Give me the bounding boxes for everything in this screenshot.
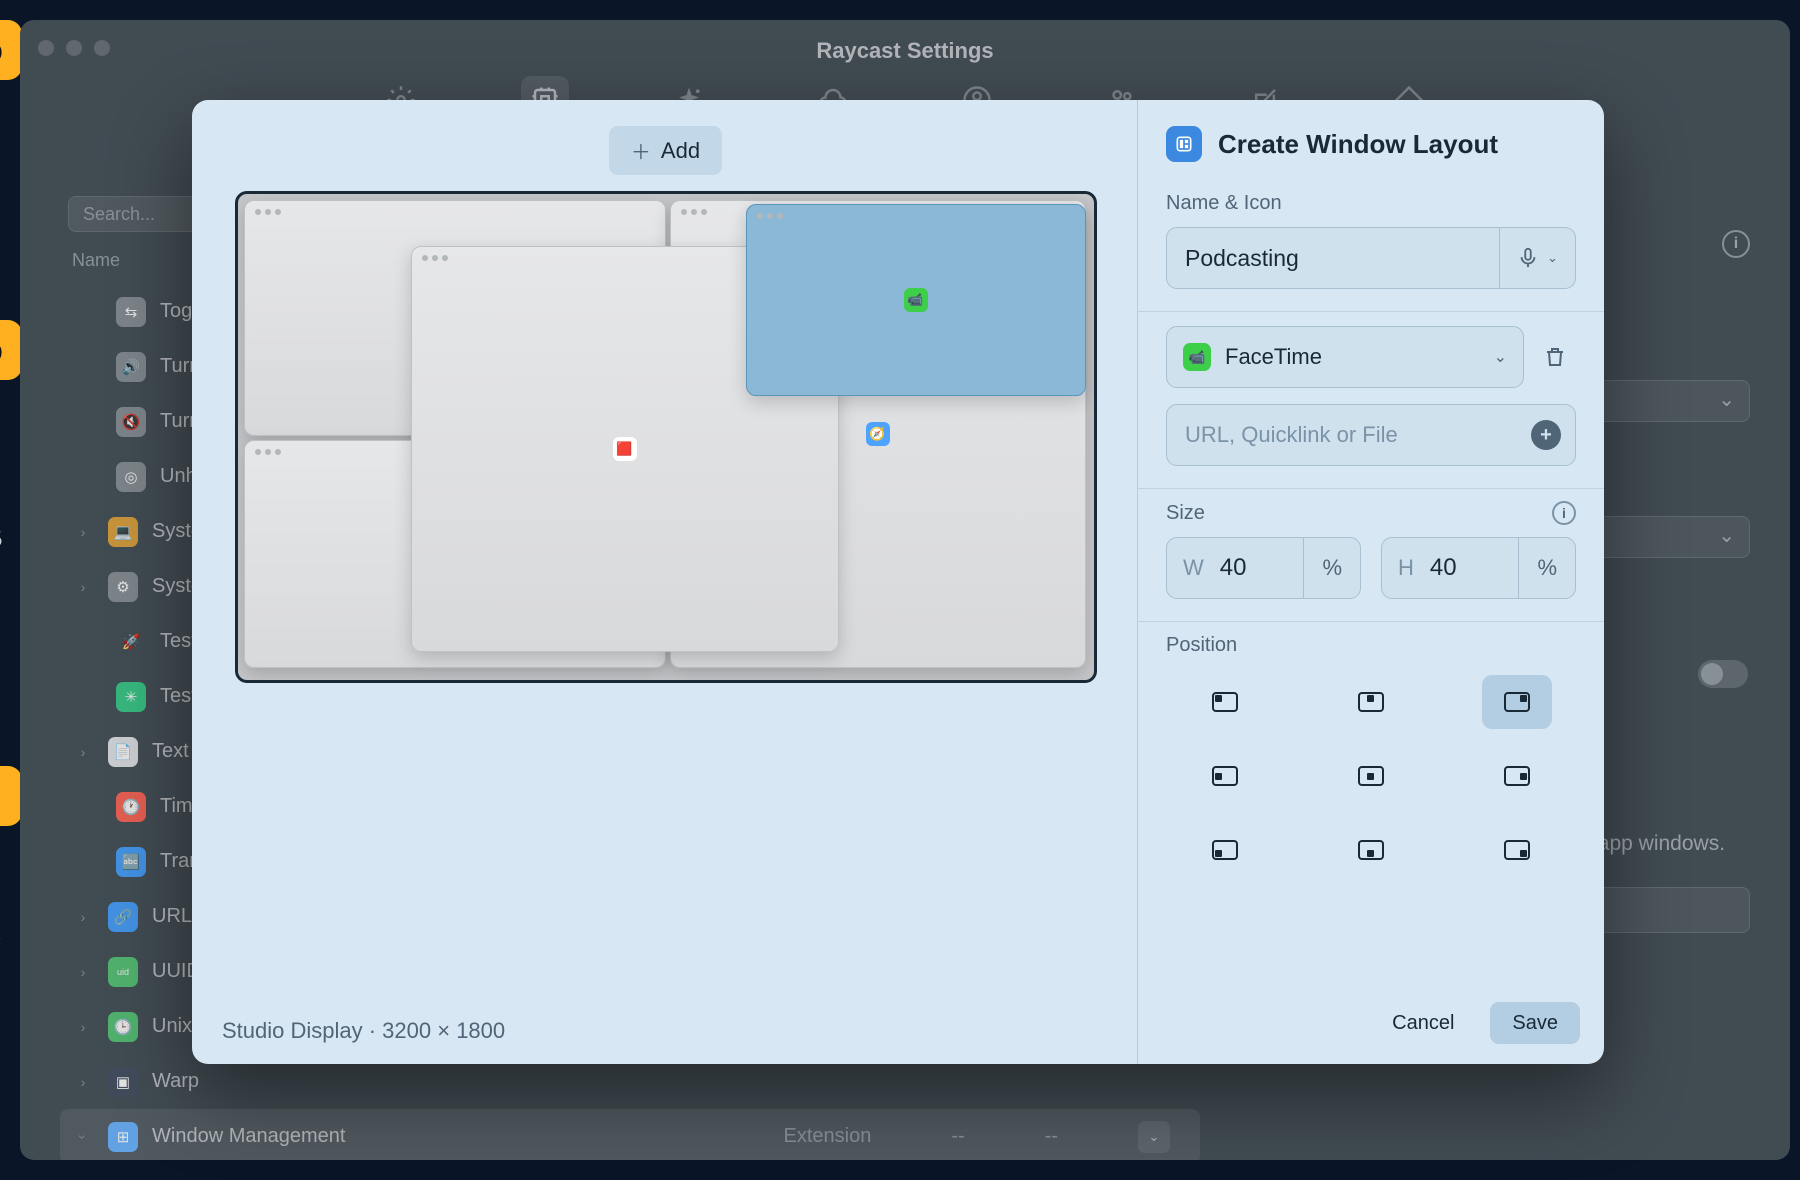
list-item-selected[interactable]: › ⊞ Window Management Extension -- -- ⌄ (60, 1109, 1200, 1160)
app-select[interactable]: 📹 FaceTime ⌄ (1166, 326, 1524, 388)
layout-name-input[interactable] (1166, 227, 1500, 289)
info-icon[interactable]: i (1552, 501, 1576, 525)
safari-icon: 🧭 (866, 422, 890, 446)
position-mid-center[interactable] (1336, 749, 1406, 803)
traffic-lights (38, 40, 110, 56)
icon-picker[interactable]: ⌄ (1500, 227, 1576, 289)
create-layout-modal: ＋ Add 🧭 🟥 📹 Studio Display · 3200 × 1800 (192, 100, 1604, 1064)
position-mid-right[interactable] (1482, 749, 1552, 803)
cancel-button[interactable]: Cancel (1370, 1002, 1476, 1044)
facetime-icon: 📹 (1183, 343, 1211, 371)
save-button[interactable]: Save (1490, 1002, 1580, 1044)
position-top-left[interactable] (1190, 675, 1260, 729)
facetime-icon: 📹 (904, 288, 928, 312)
position-bot-center[interactable] (1336, 823, 1406, 877)
position-bot-right[interactable] (1482, 823, 1552, 877)
toggle-switch[interactable] (1698, 660, 1748, 688)
layout-canvas[interactable]: 🧭 🟥 📹 (235, 191, 1097, 683)
section-label: Name & Icon (1166, 192, 1576, 215)
position-top-center[interactable] (1336, 675, 1406, 729)
app-icon: 🟥 (613, 437, 637, 461)
add-window-button[interactable]: ＋ Add (609, 126, 722, 175)
layout-window-selected[interactable]: 📹 (746, 204, 1086, 396)
panel-title: Create Window Layout (1218, 129, 1498, 160)
layout-icon (1166, 126, 1202, 162)
plus-icon: ＋ (631, 136, 651, 165)
url-input[interactable]: URL, Quicklink or File + (1166, 404, 1576, 466)
add-url-button[interactable]: + (1531, 420, 1561, 450)
display-info: Studio Display · 3200 × 1800 (222, 1018, 505, 1044)
height-input[interactable]: H 40 % (1381, 537, 1576, 599)
chevron-down-icon: ⌄ (1494, 347, 1507, 367)
position-bot-left[interactable] (1190, 823, 1260, 877)
column-header-name: Name (72, 250, 120, 271)
section-label: Position (1166, 634, 1576, 657)
window-title: Raycast Settings (20, 20, 1790, 64)
delete-button[interactable] (1534, 345, 1576, 369)
chevron-down-icon[interactable]: ⌄ (1138, 1121, 1170, 1153)
position-mid-left[interactable] (1190, 749, 1260, 803)
section-label: Size (1166, 502, 1205, 525)
width-input[interactable]: W 40 % (1166, 537, 1361, 599)
position-top-right[interactable] (1482, 675, 1552, 729)
info-icon[interactable]: i (1722, 230, 1750, 258)
